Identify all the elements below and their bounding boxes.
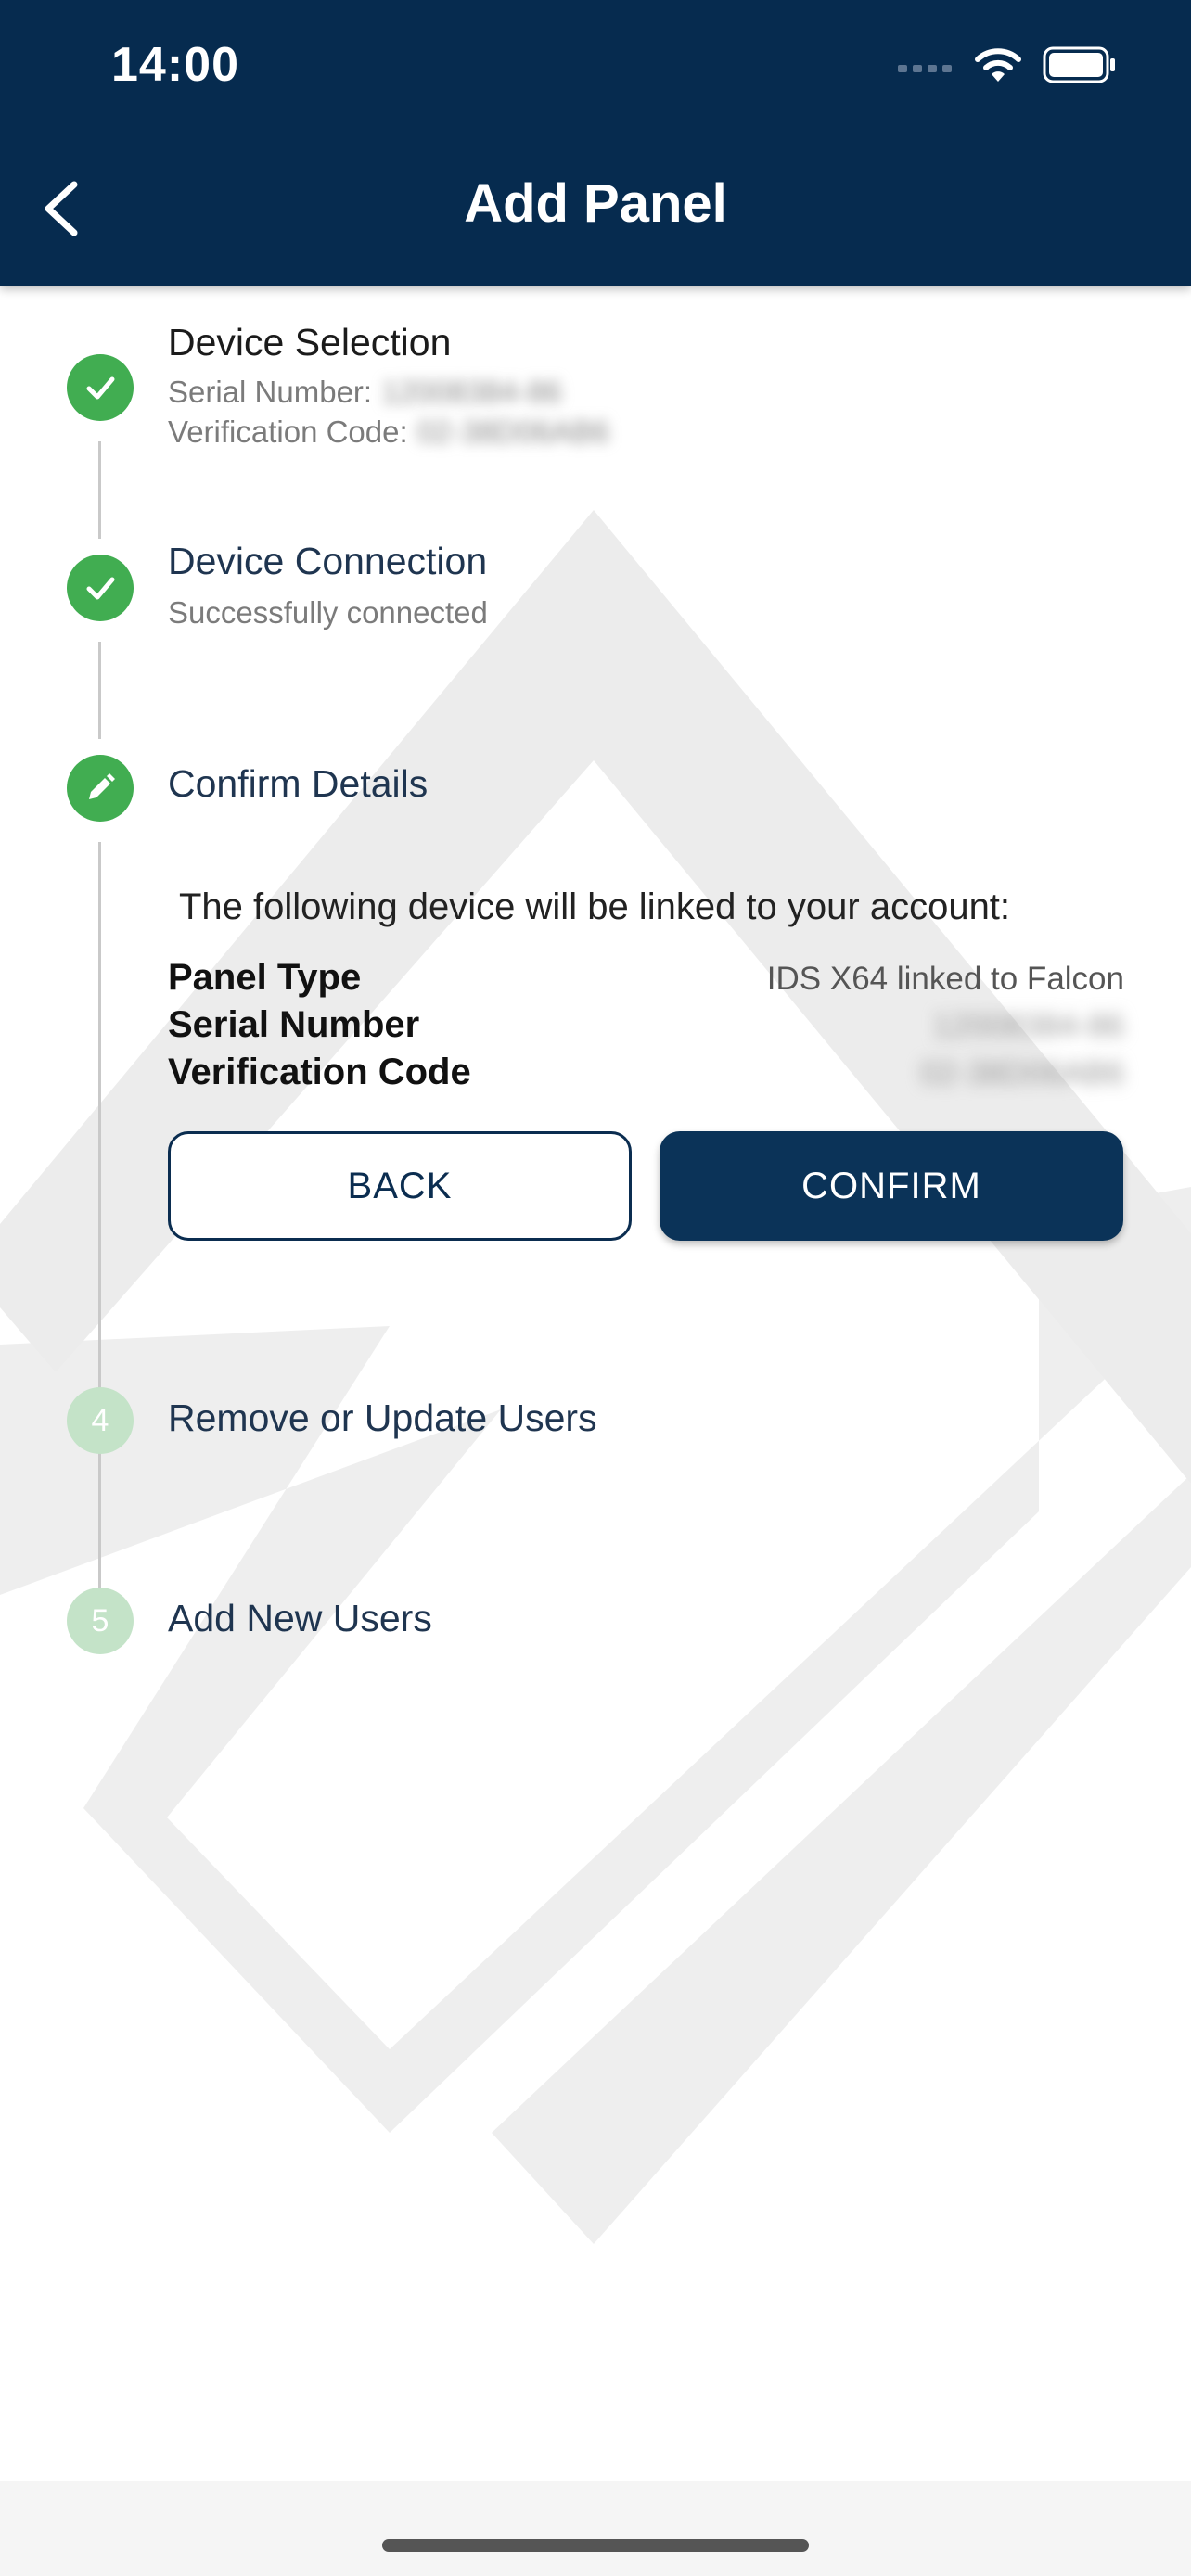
serial-number-value-blurred: 12008384-86 bbox=[932, 1008, 1124, 1044]
step-connector bbox=[98, 441, 101, 539]
wifi-icon bbox=[975, 48, 1021, 82]
serial-label: Serial Number: bbox=[168, 375, 373, 409]
step-complete-check-icon bbox=[67, 555, 134, 621]
verification-value-blurred: 02-38D06AB6 bbox=[416, 414, 609, 449]
step-connector bbox=[98, 1476, 101, 1574]
step-title-remove-update-users[interactable]: Remove or Update Users bbox=[168, 1396, 597, 1440]
status-time: 14:00 bbox=[111, 38, 239, 92]
app-header: 14:00 Add Panel bbox=[0, 0, 1191, 286]
battery-icon bbox=[1043, 46, 1115, 83]
step-complete-check-icon bbox=[67, 354, 134, 421]
step-connection-status: Successfully connected bbox=[168, 595, 488, 630]
home-bar-area bbox=[0, 2481, 1191, 2576]
step-title-device-selection[interactable]: Device Selection bbox=[168, 321, 451, 364]
confirm-intro-text: The following device will be linked to y… bbox=[179, 886, 1011, 927]
serial-value-blurred: 12008384-86 bbox=[381, 375, 562, 409]
verification-label: Verification Code: bbox=[168, 414, 408, 449]
page-title: Add Panel bbox=[464, 173, 727, 234]
verification-code-value-blurred: 02-38D06AB6 bbox=[920, 1055, 1124, 1091]
edit-pencil-icon bbox=[67, 755, 134, 822]
step-number-4-icon: 4 bbox=[67, 1387, 134, 1454]
step-number-5-icon: 5 bbox=[67, 1588, 134, 1654]
confirm-button[interactable]: CONFIRM bbox=[660, 1131, 1123, 1241]
verification-code-label: Verification Code bbox=[168, 1052, 471, 1092]
serial-number-label: Serial Number bbox=[168, 1004, 420, 1045]
step-title-add-new-users[interactable]: Add New Users bbox=[168, 1597, 432, 1640]
step-title-device-connection[interactable]: Device Connection bbox=[168, 540, 487, 583]
status-icons bbox=[898, 46, 1117, 83]
cellular-signal-icon bbox=[898, 65, 952, 72]
step-verification-line: Verification Code: 02-38D06AB6 bbox=[168, 414, 609, 450]
step-serial-line: Serial Number: 12008384-86 bbox=[168, 375, 562, 410]
home-indicator[interactable] bbox=[382, 2539, 809, 2552]
watermark-logo bbox=[0, 510, 1191, 2244]
step-title-confirm-details[interactable]: Confirm Details bbox=[168, 762, 428, 806]
panel-type-label: Panel Type bbox=[168, 957, 362, 998]
step-connector bbox=[98, 642, 101, 739]
panel-type-value: IDS X64 linked to Falcon bbox=[766, 961, 1124, 997]
back-button[interactable]: BACK bbox=[168, 1131, 632, 1241]
